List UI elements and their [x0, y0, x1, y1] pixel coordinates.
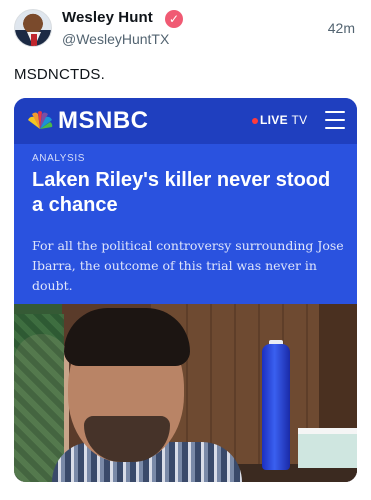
- post-text: MSDNCTDS.: [14, 66, 105, 83]
- display-name[interactable]: Wesley Hunt: [62, 9, 153, 26]
- article-panel: ANALYSIS Laken Riley's killer never stoo…: [14, 144, 357, 304]
- avatar-tie: [31, 34, 37, 46]
- live-tv-suffix: TV: [291, 113, 308, 127]
- live-label: LIVE: [260, 113, 288, 127]
- checkmark-icon: ✓: [168, 12, 180, 26]
- msnbc-header-bar: MSNBC LIVE TV: [14, 98, 357, 144]
- peacock-logo-icon: [28, 111, 53, 129]
- verified-badge-icon: ✓: [165, 10, 183, 28]
- live-tv-link: LIVE TV: [260, 113, 307, 127]
- user-handle[interactable]: @WesleyHuntTX: [62, 31, 169, 47]
- article-dek: For all the political controversy surrou…: [32, 238, 344, 293]
- article-headline: Laken Riley's killer never stood a chanc…: [32, 169, 331, 216]
- avatar[interactable]: [14, 9, 52, 47]
- brand-logo-text: MSNBC: [58, 107, 149, 134]
- section-label: ANALYSIS: [32, 153, 85, 164]
- defendant-hair: [64, 308, 190, 366]
- tissue-box: [298, 428, 357, 468]
- post-header: Wesley Hunt ✓ @WesleyHuntTX 42m: [14, 8, 357, 52]
- live-dot-icon: [252, 118, 258, 124]
- post-timestamp[interactable]: 42m: [328, 20, 355, 36]
- media-card[interactable]: MSNBC LIVE TV ANALYSIS Laken Riley's kil…: [14, 98, 357, 482]
- hamburger-menu-icon: [325, 111, 345, 129]
- background-person-clothes: [14, 314, 64, 482]
- courtroom-photo: [14, 304, 357, 482]
- water-bottle: [262, 344, 290, 470]
